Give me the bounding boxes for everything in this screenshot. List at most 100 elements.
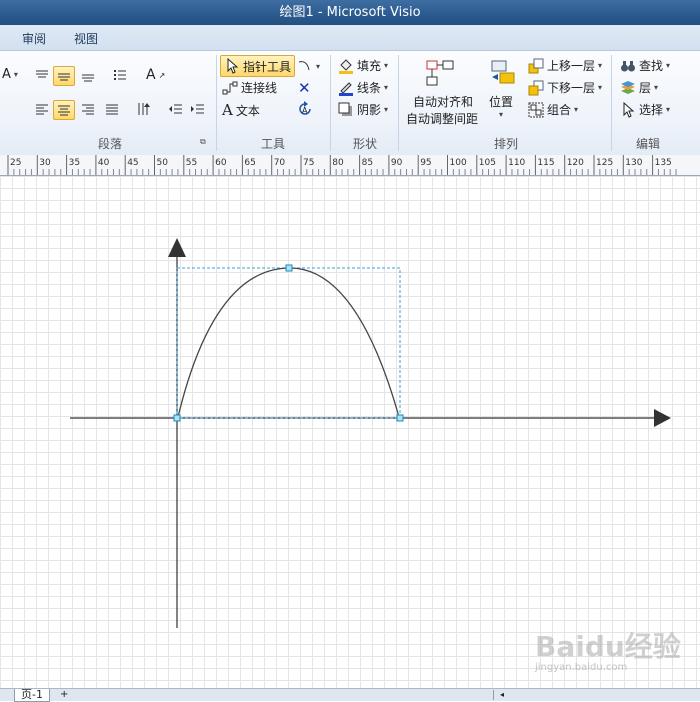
vertical-text-button[interactable] [136, 101, 152, 117]
group-button[interactable]: 组合 ▾ [528, 101, 578, 118]
justify-icon [104, 101, 120, 117]
ruler-tick-label: 75 [303, 158, 314, 168]
layers-label: 层 [639, 81, 652, 95]
bullets-icon [112, 67, 128, 83]
justify-button[interactable] [104, 101, 120, 117]
align-left-button[interactable] [34, 101, 50, 117]
align-middle-button[interactable] [53, 66, 75, 86]
group-divider [611, 55, 612, 151]
scroll-left-icon[interactable]: ◂ [500, 690, 508, 700]
align-bottom-button[interactable] [80, 67, 96, 83]
ribbon: A ▾ A ↗ 段落 ⧉ 指针工具 ▾ 连接线 ✕ A 文本 A 工具 填充 ▾… [0, 50, 700, 156]
fill-button[interactable]: 填充 ▾ [338, 57, 388, 74]
bullets-button[interactable] [112, 67, 128, 83]
align-right-button[interactable] [80, 101, 96, 117]
pointer-tool-button[interactable]: 指针工具 [220, 55, 296, 77]
align-left-icon [34, 101, 50, 117]
dialog-launcher-icon[interactable]: ⧉ [200, 137, 206, 147]
paragraph-group-label: 段落 [98, 137, 123, 151]
increase-indent-button[interactable] [190, 101, 206, 117]
ruler-tick-label: 125 [596, 158, 613, 168]
position-label: 位置 [489, 95, 514, 109]
auto-align-button[interactable]: 自动对齐和 [413, 93, 473, 110]
text-tool-label: 文本 [235, 103, 260, 118]
paint-bucket-icon [338, 58, 354, 74]
tools-group-label: 工具 [261, 137, 286, 151]
text-direction-button[interactable]: A ↗ [146, 67, 165, 83]
bring-forward-button[interactable]: 上移一层 ▾ [528, 57, 602, 74]
insert-page-icon[interactable]: + [60, 689, 74, 701]
scrollbar-divider [493, 690, 494, 700]
select-button[interactable]: 选择 ▾ [620, 101, 670, 118]
ruler-tick-label: 50 [157, 158, 169, 168]
ruler-tick-label: 45 [127, 158, 138, 168]
close-icon[interactable]: ✕ [298, 79, 311, 97]
align-bottom-icon [80, 67, 96, 83]
text-tool-button[interactable]: A 文本 [222, 101, 260, 119]
auto-align-icon [423, 59, 457, 89]
baidu-watermark-url: jingyan.baidu.com [535, 662, 628, 673]
pencil-icon [338, 80, 354, 96]
tab-view[interactable]: 视图 [74, 30, 98, 47]
title-bar: 绘图1 - Microsoft Visio [0, 0, 700, 25]
ruler-tick-label: 35 [69, 158, 80, 168]
layers-icon [620, 80, 636, 96]
auto-spacing-button[interactable]: 自动调整间距 [406, 110, 478, 127]
shape-group-label: 形状 [353, 137, 378, 151]
auto-align-label-line1: 自动对齐和 [413, 95, 474, 109]
ruler-tick-label: 65 [244, 158, 255, 168]
ruler-tick-label: 135 [655, 158, 672, 168]
pointer-tool-label: 指针工具 [243, 59, 292, 74]
ruler-tick-label: 115 [537, 158, 554, 168]
shadow-button[interactable]: 阴影 ▾ [338, 101, 388, 118]
group-divider [398, 55, 399, 151]
curve-end-handle[interactable] [396, 414, 404, 422]
shadow-label: 阴影 [357, 103, 382, 117]
group-label: 组合 [547, 103, 572, 117]
ribbon-tabs: 审阅 视图 [0, 25, 700, 50]
shadow-icon [338, 102, 354, 118]
group-divider [330, 55, 331, 151]
page-tab[interactable]: 页-1 [14, 689, 50, 702]
ruler-tick-label: 105 [479, 158, 496, 168]
send-backward-button[interactable]: 下移一层 ▾ [528, 79, 602, 96]
arc-curve[interactable] [177, 267, 400, 418]
find-label: 查找 [639, 59, 664, 73]
svg-text:A: A [302, 106, 308, 115]
line-button[interactable]: 线条 ▾ [338, 79, 388, 96]
text-icon: A [222, 101, 233, 119]
edit-group-label: 编辑 [636, 137, 661, 151]
drawing-canvas[interactable]: Baidu经验 jingyan.baidu.com [0, 176, 700, 688]
vertical-text-icon [136, 101, 152, 117]
decrease-indent-button[interactable] [168, 101, 184, 117]
align-center-icon [56, 102, 72, 118]
select-label: 选择 [639, 103, 664, 117]
line-label: 线条 [357, 81, 382, 95]
ruler-tick-label: 120 [567, 158, 584, 168]
rotate-tool-button[interactable]: A [297, 101, 313, 117]
connector-icon [222, 80, 238, 96]
bring-forward-icon [528, 58, 544, 74]
align-top-button[interactable] [34, 67, 50, 83]
ruler-tick-label: 85 [362, 158, 373, 168]
layers-button[interactable]: 层 ▾ [620, 79, 658, 96]
connection-point-button[interactable]: ▾ [297, 58, 320, 74]
ruler-tick-label: 30 [39, 158, 51, 168]
curve-start-handle[interactable] [173, 414, 181, 422]
tab-review[interactable]: 审阅 [22, 30, 46, 47]
horizontal-ruler[interactable]: 25 30 35 40 45 50 55 60 65 70 75 80 85 90 95 100 105 110 1… [0, 155, 700, 176]
curve-control-handle[interactable] [285, 264, 293, 272]
window-title: 绘图1 - Microsoft Visio [279, 5, 421, 20]
ruler-tick-label: 130 [625, 158, 642, 168]
ruler-tick-label: 90 [391, 158, 403, 168]
align-center-button[interactable] [53, 100, 75, 120]
ruler-tick-label: 55 [186, 158, 197, 168]
curve-icon [297, 58, 313, 74]
align-top-icon [34, 67, 50, 83]
connector-button[interactable]: 连接线 [222, 79, 277, 96]
ruler-tick-label: 100 [450, 158, 467, 168]
ruler-tick-label: 95 [420, 158, 431, 168]
font-size-decrease-button[interactable]: A ▾ [2, 67, 18, 82]
position-button[interactable]: 位置 ▾ [489, 93, 513, 119]
find-button[interactable]: 查找 ▾ [620, 57, 670, 74]
